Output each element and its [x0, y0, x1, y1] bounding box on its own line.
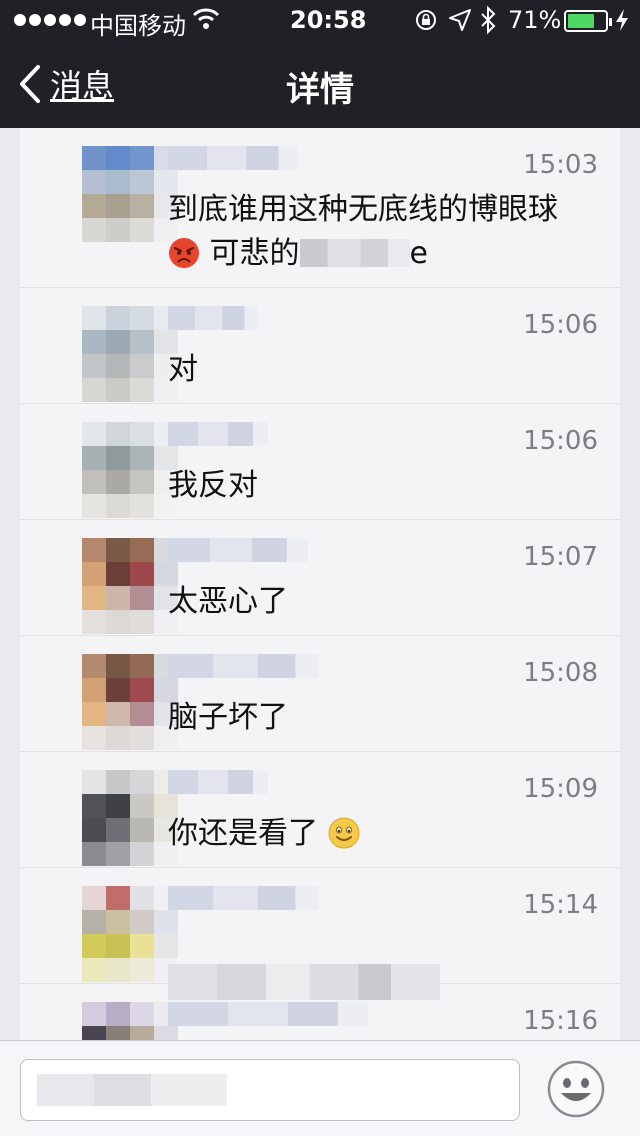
smile-face-icon [328, 817, 360, 849]
blurred-placeholder [37, 1074, 227, 1106]
message-time: 15:09 [523, 774, 598, 804]
clock: 20:58 [290, 6, 367, 34]
location-arrow-icon [449, 9, 471, 31]
avatar [82, 1002, 178, 1040]
page-title: 详情 [286, 70, 354, 110]
message-time: 15:16 [523, 1006, 598, 1036]
message-text: 我反对 [168, 468, 258, 503]
blurred-sender-name [168, 146, 298, 170]
signal-strength-icon [14, 14, 86, 26]
avatar [82, 422, 178, 518]
message-text: 你还是看了 [168, 812, 598, 856]
blurred-sender-name [168, 654, 318, 678]
list-item[interactable]: 15:06 对 [20, 288, 620, 404]
carrier-name: 中国移动 [90, 12, 186, 40]
blurred-sender-name [168, 538, 308, 562]
message-text-content: 你还是看了 [168, 816, 318, 851]
message-time: 15:07 [523, 542, 598, 572]
message-time: 15:06 [523, 310, 598, 340]
avatar [82, 306, 178, 402]
avatar [82, 538, 178, 634]
avatar [82, 146, 178, 242]
angry-face-icon [169, 238, 199, 268]
message-time: 15:14 [523, 890, 598, 920]
list-item[interactable]: 15:16 [20, 984, 620, 1040]
blurred-text [299, 239, 410, 267]
message-text-line2: 可悲的 [209, 236, 300, 271]
comment-input[interactable] [20, 1059, 520, 1121]
blurred-sender-name [168, 1002, 368, 1026]
avatar [82, 770, 178, 866]
blurred-sender-name [168, 886, 318, 910]
battery-icon [564, 10, 612, 32]
message-text-line1: 到底谁用这种无底线的博眼球 [168, 192, 558, 227]
avatar [82, 886, 178, 982]
message-text: 太恶心了 [168, 584, 288, 619]
message-time: 15:08 [523, 658, 598, 688]
rotation-lock-icon [416, 10, 436, 30]
top-header: 中国移动 20:58 71% 消息 详情 [0, 0, 640, 128]
blurred-sender-name [168, 422, 268, 446]
status-bar: 中国移动 20:58 71% [0, 0, 640, 40]
message-text-suffix: e [409, 236, 429, 271]
message-text: 脑子坏了 [168, 700, 288, 735]
avatar [82, 654, 178, 750]
blurred-sender-name [168, 770, 268, 794]
list-item[interactable]: 15:14 [20, 868, 620, 1000]
list-item[interactable]: 15:03 到底谁用这种无底线的博眼球 可悲的 e [20, 128, 620, 288]
composer-bar [0, 1040, 640, 1136]
blurred-sender-name [168, 306, 258, 330]
message-text: 对 [168, 352, 198, 387]
wifi-icon [192, 8, 220, 29]
list-item[interactable]: 15:09 你还是看了 [20, 752, 620, 868]
message-text: 到底谁用这种无底线的博眼球 可悲的 e [168, 188, 598, 276]
battery-percentage: 71% [508, 6, 562, 34]
message-time: 15:06 [523, 426, 598, 456]
list-item[interactable]: 15:07 太恶心了 [20, 520, 620, 636]
emoji-button[interactable] [546, 1059, 606, 1119]
navigation-bar: 消息 详情 [0, 40, 640, 128]
list-item[interactable]: 15:08 脑子坏了 [20, 636, 620, 752]
list-item[interactable]: 15:06 我反对 [20, 404, 620, 520]
message-time: 15:03 [523, 150, 598, 180]
message-list[interactable]: 15:03 到底谁用这种无底线的博眼球 可悲的 e 15:06 对 15:06 … [20, 128, 620, 1040]
charging-bolt-icon [616, 9, 628, 31]
bluetooth-icon [481, 6, 496, 34]
